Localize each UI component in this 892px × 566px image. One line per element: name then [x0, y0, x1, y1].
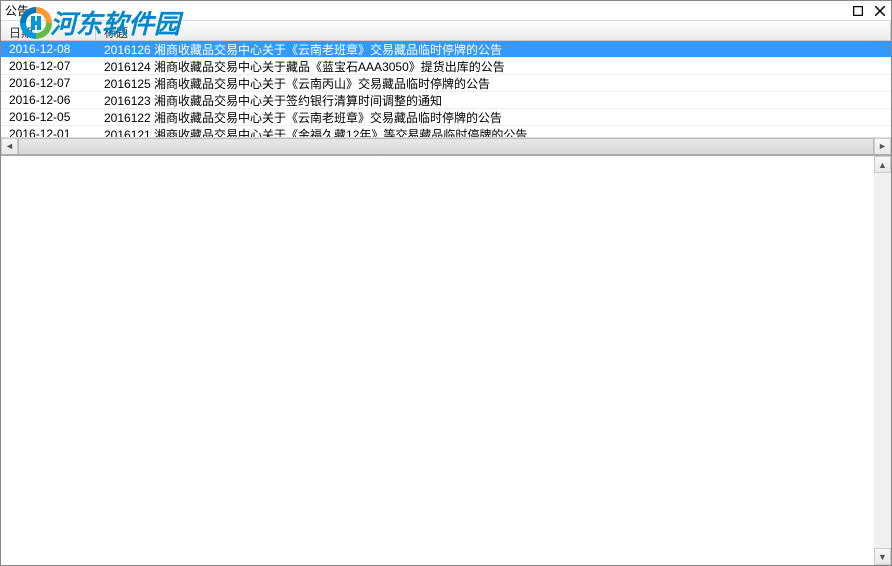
vertical-scrollbar[interactable]: ▲ ▼ [874, 156, 891, 565]
maximize-button[interactable] [851, 4, 865, 18]
column-header-title[interactable]: 标题 [96, 21, 891, 40]
titlebar: 公告 [1, 1, 891, 21]
announcement-list-panel: 日期 标题 2016-12-08 2016126 湘商收藏品交易中心关于《云南老… [1, 21, 891, 156]
list-body: 2016-12-08 2016126 湘商收藏品交易中心关于《云南老班章》交易藏… [1, 41, 891, 137]
scroll-track[interactable] [18, 138, 874, 155]
cell-date: 2016-12-07 [1, 75, 96, 91]
cell-date: 2016-12-06 [1, 92, 96, 108]
announcement-window: 公告 日期 标题 2016-12-08 2016126 湘商收藏品交易中心关于《… [0, 0, 892, 566]
list-row[interactable]: 2016-12-08 2016126 湘商收藏品交易中心关于《云南老班章》交易藏… [1, 41, 891, 58]
close-button[interactable] [873, 4, 887, 18]
list-row[interactable]: 2016-12-01 2016121 湘商收藏品交易中心关于《金福久藏12年》等… [1, 126, 891, 137]
cell-date: 2016-12-05 [1, 109, 96, 125]
scroll-thumb[interactable] [18, 138, 874, 155]
scroll-right-arrow[interactable]: ► [874, 138, 891, 155]
list-row[interactable]: 2016-12-07 2016124 湘商收藏品交易中心关于藏品《蓝宝石AAA3… [1, 58, 891, 75]
list-row[interactable]: 2016-12-07 2016125 湘商收藏品交易中心关于《云南丙山》交易藏品… [1, 75, 891, 92]
window-title: 公告 [5, 2, 29, 19]
column-header-date[interactable]: 日期 [1, 21, 96, 40]
content-panel: ▲ ▼ [1, 156, 891, 565]
list-row[interactable]: 2016-12-06 2016123 湘商收藏品交易中心关于签约银行清算时间调整… [1, 92, 891, 109]
cell-date: 2016-12-07 [1, 58, 96, 74]
cell-date: 2016-12-08 [1, 41, 96, 57]
list-row[interactable]: 2016-12-05 2016122 湘商收藏品交易中心关于《云南老班章》交易藏… [1, 109, 891, 126]
scroll-track[interactable] [874, 173, 891, 548]
list-header: 日期 标题 [1, 21, 891, 41]
scroll-up-arrow[interactable]: ▲ [874, 156, 891, 173]
horizontal-scrollbar[interactable]: ◄ ► [1, 137, 891, 154]
cell-date: 2016-12-01 [1, 126, 96, 137]
scroll-left-arrow[interactable]: ◄ [1, 138, 18, 155]
scroll-down-arrow[interactable]: ▼ [874, 548, 891, 565]
cell-title: 2016121 湘商收藏品交易中心关于《金福久藏12年》等交易藏品临时停牌的公告 [96, 125, 891, 138]
